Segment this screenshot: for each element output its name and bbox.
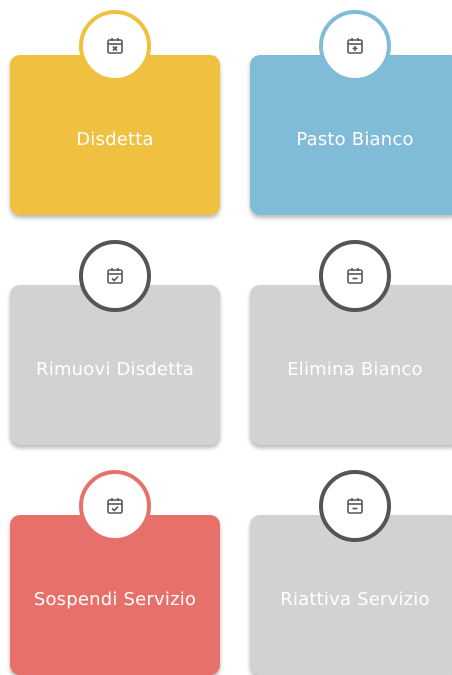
calendar-minus-icon	[347, 498, 363, 514]
calendar-minus-icon-badge[interactable]	[319, 240, 391, 312]
tile-label: Pasto Bianco	[296, 129, 414, 150]
calendar-x-icon	[107, 38, 123, 54]
calendar-x-icon-badge[interactable]	[79, 10, 151, 82]
tile-label: Riattiva Servizio	[280, 589, 430, 610]
tile-label: Rimuovi Disdetta	[36, 359, 194, 380]
tile-label: Elimina Bianco	[287, 359, 423, 380]
calendar-check-icon	[107, 498, 123, 514]
tile-label: Disdetta	[76, 129, 154, 150]
calendar-check-icon-badge[interactable]	[79, 240, 151, 312]
calendar-minus-icon	[347, 268, 363, 284]
calendar-minus-icon-badge[interactable]	[319, 470, 391, 542]
calendar-check-icon	[107, 268, 123, 284]
calendar-check-icon-badge[interactable]	[79, 470, 151, 542]
calendar-plus-icon	[347, 38, 363, 54]
tile-label: Sospendi Servizio	[33, 589, 197, 610]
calendar-plus-icon-badge[interactable]	[319, 10, 391, 82]
